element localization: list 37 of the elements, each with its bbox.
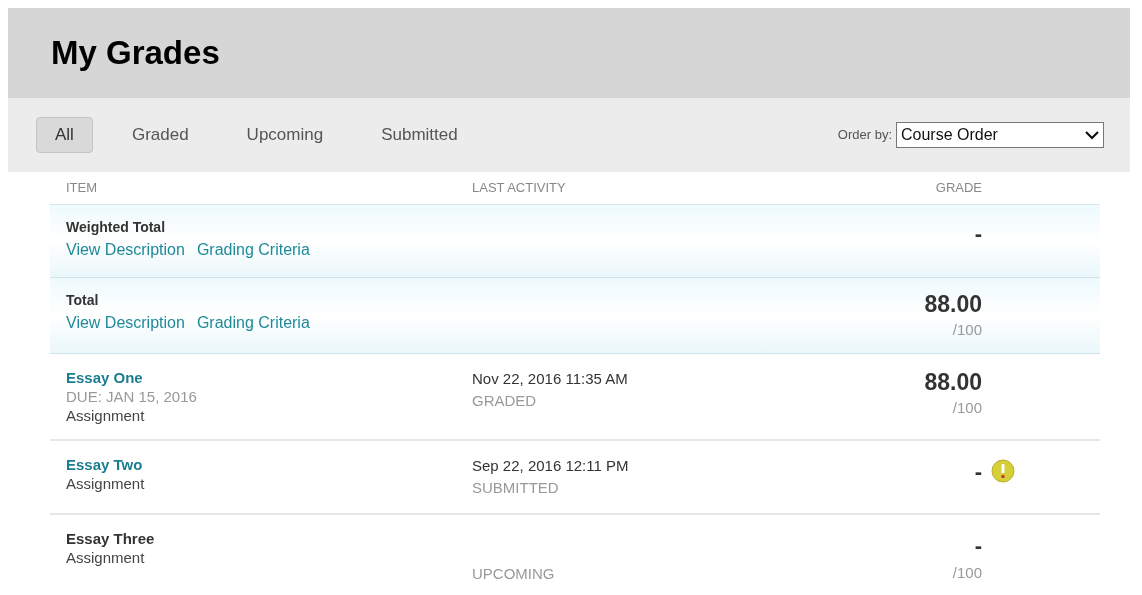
due-date: DUE: JAN 15, 2016 [66,387,198,407]
row-link[interactable]: View Description [66,238,185,262]
item-link[interactable]: Essay Two [66,455,472,475]
column-header: LAST ACTIVITY [472,179,567,198]
activity-status: UPCOMING [472,563,556,584]
activity-status: GRADED [472,391,538,412]
filter-tab[interactable]: All [36,117,93,153]
order-by-select[interactable]: Course Order [896,122,1104,148]
points-possible: /100 [952,398,982,418]
grade-value: - [974,532,982,561]
grade-value: - [974,220,982,248]
item-type: Assignment [66,548,146,568]
filter-tab[interactable]: Upcoming [227,117,343,153]
row-title: Total [66,291,100,310]
chevron-down-icon [1085,130,1099,140]
row-title: Weighted Total [66,218,167,237]
points-possible: /100 [952,563,982,584]
row-link[interactable]: Grading Criteria [196,238,310,262]
row-link[interactable]: Grading Criteria [196,311,310,335]
column-header: ITEM [66,179,99,198]
page-title: My Grades [51,33,220,74]
filter-tab[interactable]: Graded [112,117,208,153]
row-link[interactable]: View Description [66,311,185,335]
points-possible: /100 [952,319,982,340]
item-type: Assignment [66,406,146,426]
activity-status: SUBMITTED [472,478,560,499]
filter-tab[interactable]: Submitted [362,117,477,153]
activity-date: Sep 22, 2016 12:11 PM [472,456,630,477]
item-link[interactable]: Essay One [66,368,472,388]
column-header: GRADE [935,179,982,198]
item-type: Assignment [66,474,146,494]
grade-value: 88.00 [924,290,982,319]
activity-date: Nov 22, 2016 11:35 AM [472,369,629,390]
item-title: Essay Three [66,529,156,549]
grade-value: - [974,458,982,487]
order-by-label: Order by: [837,126,892,145]
grade-value: 88.00 [924,368,982,397]
